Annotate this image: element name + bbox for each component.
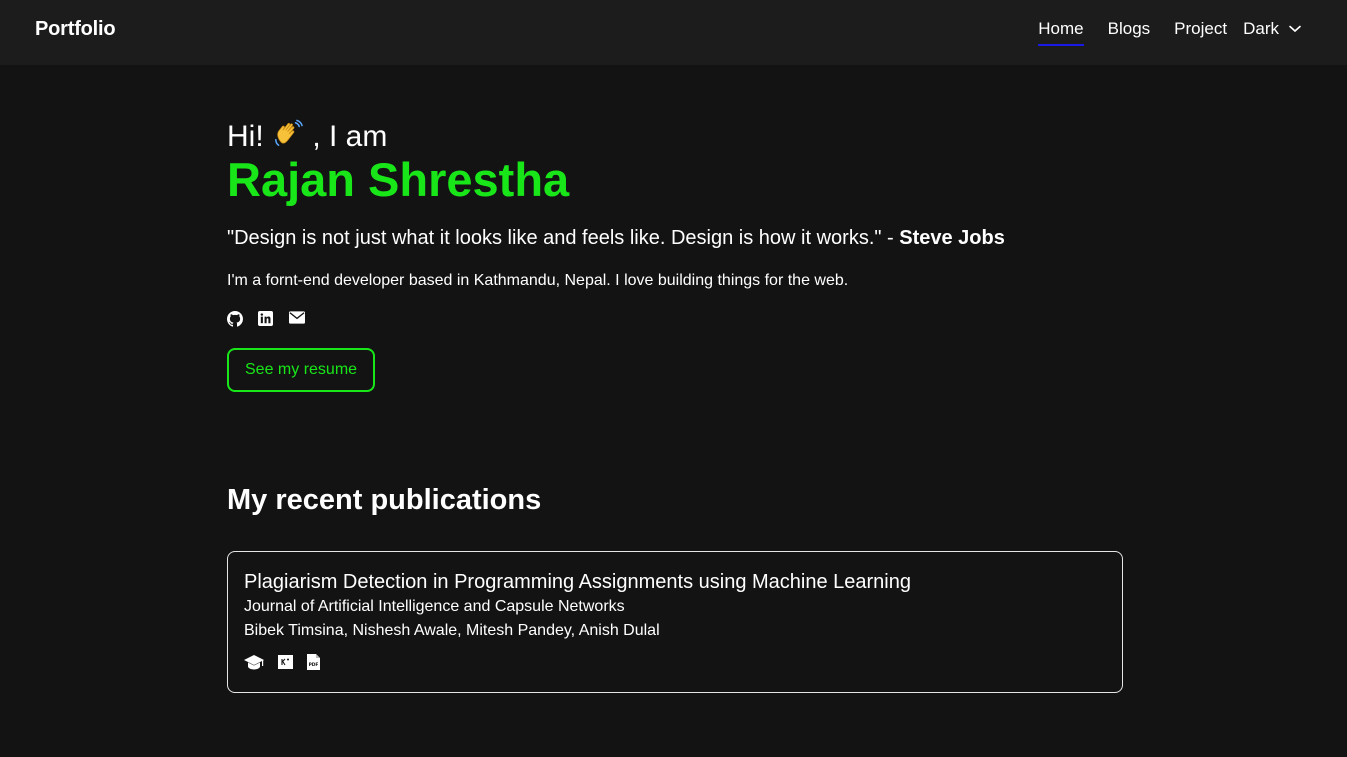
citation-icon[interactable] [278,655,293,669]
theme-dropdown[interactable]: Dark [1243,19,1301,45]
navbar: Portfolio Home Blogs Project Dark [0,0,1347,65]
waving-hand-icon [275,119,303,146]
greeting-post: , I am [312,120,388,153]
publications-heading: My recent publications [227,484,542,516]
graduation-cap-icon[interactable] [244,654,264,670]
greeting-pre: Hi! [227,120,272,153]
nav-link-blogs[interactable]: Blogs [1108,19,1151,45]
publication-title: Plagiarism Detection in Programming Assi… [244,571,911,593]
quote-author: Steve Jobs [899,227,1005,249]
publication-journal: Journal of Artificial Intelligence and C… [244,598,625,615]
hero-bio: I'm a fornt-end developer based in Kathm… [227,272,849,289]
email-icon[interactable] [289,311,305,327]
nav-link-home[interactable]: Home [1038,19,1085,46]
pdf-icon[interactable]: PDF [307,654,320,670]
publication-authors: Bibek Timsina, Nishesh Awale, Mitesh Pan… [244,622,660,639]
publication-links: PDF [244,654,1106,670]
svg-text:PDF: PDF [309,662,319,668]
publication-card: Plagiarism Detection in Programming Assi… [227,551,1123,693]
quote-text: "Design is not just what it looks like a… [227,227,900,249]
nav-links: Home Blogs Project Dark [1014,19,1301,46]
brand-logo[interactable]: Portfolio [35,18,116,41]
hero-section: Hi! , I am Rajan Shrestha "Design is not… [227,118,1123,392]
greeting: Hi! , I am [227,118,1123,156]
nav-link-project[interactable]: Project [1174,19,1227,45]
linkedin-icon[interactable] [258,311,274,327]
github-icon[interactable] [227,311,243,327]
theme-dropdown-value: Dark [1243,19,1279,38]
hero-name: Rajan Shrestha [227,153,570,206]
hero-quote: "Design is not just what it looks like a… [227,224,1123,252]
chevron-down-icon [1289,25,1301,33]
resume-button[interactable]: See my resume [227,348,376,392]
social-links [227,310,1123,328]
